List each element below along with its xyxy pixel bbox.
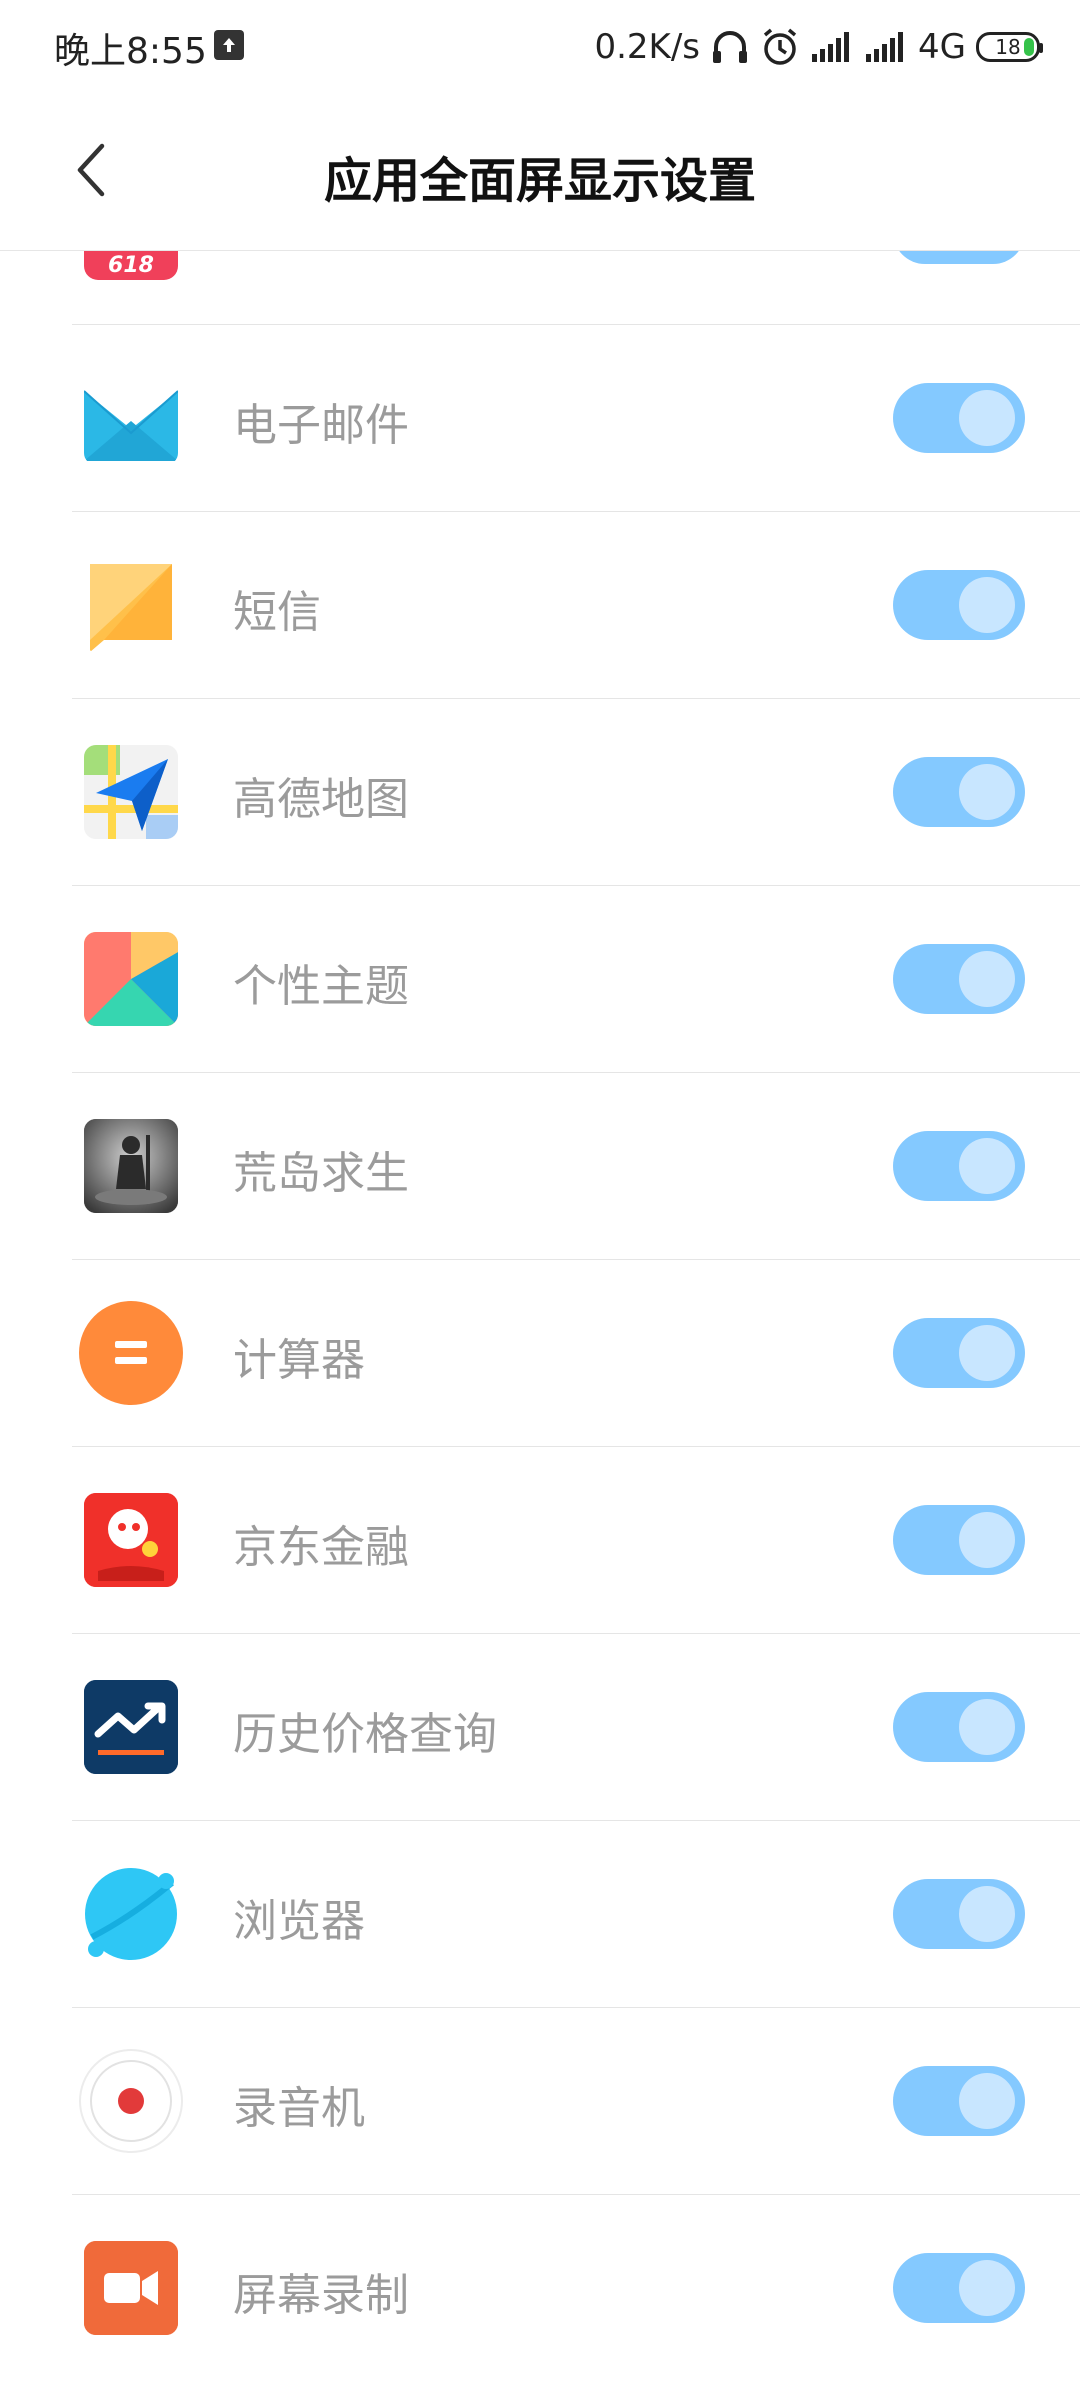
network-speed: 0.2K/s: [594, 27, 701, 67]
list-item-calculator[interactable]: 计算器: [0, 1260, 1080, 1447]
toggle-switch[interactable]: [893, 1692, 1025, 1762]
status-time: 晚上8:55: [54, 31, 207, 72]
list-item-island-survival[interactable]: 荒岛求生: [0, 1073, 1080, 1260]
status-bar: 晚上8:55 0.2K/s 4G 18: [0, 0, 1080, 95]
list-item-sms[interactable]: 短信: [0, 512, 1080, 699]
app-label: 电子邮件: [233, 400, 409, 451]
app-label: 屏幕录制: [233, 2270, 409, 2321]
app-label: 录音机: [233, 2083, 365, 2134]
toggle-switch[interactable]: [893, 1879, 1025, 1949]
battery-icon: 18: [976, 32, 1043, 62]
app-label: 京东金融: [233, 1522, 409, 1573]
app-label: 历史价格查询: [233, 1709, 497, 1760]
upload-icon: [214, 30, 244, 60]
amap-icon: [84, 745, 178, 839]
list-item-amap[interactable]: 高德地图: [0, 699, 1080, 886]
app-label: 短信: [233, 587, 321, 638]
list-item-recorder[interactable]: 录音机: [0, 2008, 1080, 2195]
status-right: 0.2K/s 4G 18: [594, 22, 1043, 72]
list-item-screen-recorder[interactable]: 屏幕录制: [0, 2195, 1080, 2382]
sms-icon: [84, 558, 178, 652]
app-label: 个性主题: [233, 961, 409, 1012]
alarm-icon: [763, 28, 797, 65]
toggle-switch[interactable]: [893, 757, 1025, 827]
island-survival-icon: [84, 1119, 178, 1213]
headphones-icon: [713, 31, 748, 63]
toggle-switch[interactable]: [893, 2066, 1025, 2136]
toggle-switch[interactable]: [893, 1318, 1025, 1388]
list-item-jd-finance[interactable]: 京东金融: [0, 1447, 1080, 1634]
signal-icon-2: [866, 32, 904, 62]
app-icon-618: 618: [84, 250, 178, 280]
calculator-icon: [79, 1301, 183, 1405]
price-history-icon: [84, 1680, 178, 1774]
toggle-switch[interactable]: [893, 944, 1025, 1014]
list-item-themes[interactable]: 个性主题: [0, 886, 1080, 1073]
app-label: 计算器: [233, 1335, 365, 1386]
network-type: 4G: [918, 27, 966, 67]
toggle-switch[interactable]: [893, 1505, 1025, 1575]
app-label: 荒岛求生: [233, 1148, 409, 1199]
signal-icon: [812, 32, 850, 62]
header: 应用全面屏显示设置: [0, 95, 1080, 251]
toggle-switch[interactable]: [893, 2253, 1025, 2323]
toggle-switch[interactable]: [893, 1131, 1025, 1201]
list-item-price-history[interactable]: 历史价格查询: [0, 1634, 1080, 1821]
browser-icon: [84, 1867, 178, 1961]
screen-recorder-icon: [84, 2241, 178, 2335]
page-title: 应用全面屏显示设置: [323, 153, 756, 209]
toggle-switch[interactable]: [893, 383, 1025, 453]
email-icon: [84, 371, 178, 465]
recorder-icon: [79, 2049, 183, 2153]
jd-finance-icon: [84, 1493, 178, 1587]
list-item-browser[interactable]: 浏览器: [0, 1821, 1080, 2008]
battery-level: 18: [995, 35, 1021, 59]
themes-icon: [84, 932, 178, 1026]
toggle-switch[interactable]: [893, 570, 1025, 640]
app-list: 电子邮件 短信 高德地图 个性主题 荒岛求生 计算器 京东金融 历史价格查询 浏…: [0, 325, 1080, 2382]
app-icon-badge-618: 618: [108, 252, 154, 278]
app-label: 浏览器: [233, 1896, 365, 1947]
list-item-email[interactable]: 电子邮件: [0, 325, 1080, 512]
app-label: 高德地图: [233, 774, 409, 825]
